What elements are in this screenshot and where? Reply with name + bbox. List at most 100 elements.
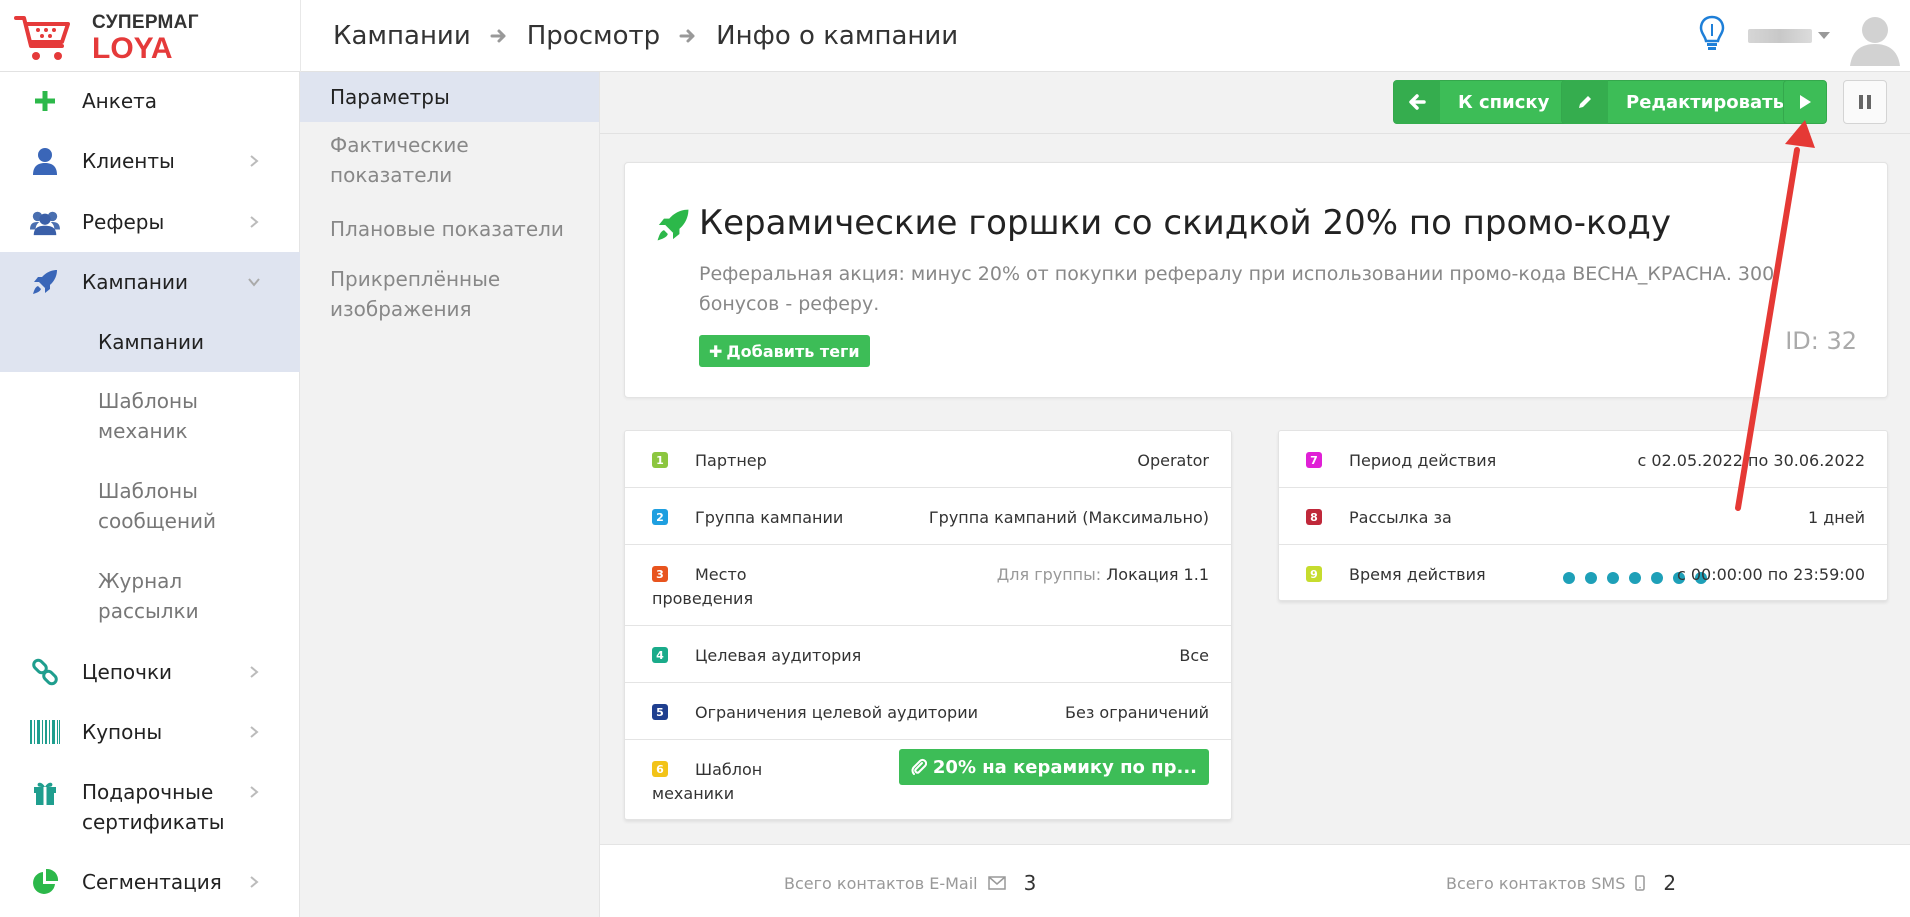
gift-icon: [30, 777, 60, 807]
campaign-header-card: Керамические горшки со скидкой 20% по пр…: [624, 162, 1888, 398]
lightbulb-icon[interactable]: [1698, 14, 1726, 54]
avatar[interactable]: [1848, 10, 1902, 66]
weekday-dot: [1563, 572, 1575, 584]
param-badge: 1: [652, 452, 668, 468]
param-label: Шаблон механики: [652, 760, 763, 803]
breadcrumb-campaign-info: Инфо о кампании: [716, 21, 959, 51]
param-label: Рассылка за: [1349, 508, 1452, 527]
edit-button[interactable]: Редактировать: [1561, 80, 1807, 124]
paperclip-icon: [911, 758, 927, 775]
param-badge: 2: [652, 509, 668, 525]
chevron-right-icon: [250, 726, 259, 738]
top-header: СУПЕРМАГ LOYA Кампании Просмотр Инфо о к…: [0, 0, 1910, 72]
campaign-title: Керамические горшки со скидкой 20% по пр…: [699, 203, 1671, 243]
param-value-prefix: Для группы:: [996, 565, 1102, 584]
weekday-dot: [1651, 572, 1663, 584]
param-value: 1 дней: [1807, 508, 1865, 527]
param-label: Группа кампании: [695, 508, 844, 527]
contacts-summary: Всего контактов E-Mail 3 Всего контактов…: [600, 844, 1910, 917]
chevron-right-icon: [250, 216, 259, 228]
arrow-right-icon: [679, 29, 695, 43]
arrow-left-icon: [1394, 80, 1440, 124]
chevron-right-icon: [250, 666, 259, 678]
param-row-campaign-group: 2 Группа кампании Группа кампаний (Макси…: [625, 488, 1231, 545]
sidebar-item-campaigns[interactable]: Кампании: [0, 252, 300, 312]
add-tags-label: Добавить теги: [726, 341, 860, 361]
param-badge: 4: [652, 647, 668, 663]
rocket-icon: [657, 209, 689, 241]
sidebar-item-coupons[interactable]: Купоны: [0, 702, 300, 762]
pause-campaign-button[interactable]: [1843, 80, 1887, 124]
breadcrumb-view[interactable]: Просмотр: [527, 21, 660, 51]
param-row-period: 7 Период действия с 02.05.2022 по 30.06.…: [1279, 431, 1887, 488]
breadcrumb: Кампании Просмотр Инфо о кампании: [333, 18, 958, 54]
param-value: Все: [1179, 646, 1209, 665]
sms-contacts: Всего контактов SMS 2: [1446, 871, 1676, 895]
plus-icon: ✚: [709, 341, 723, 361]
sidebar-item-segmentation[interactable]: Сегментация: [0, 852, 300, 912]
sidebar-item-referrers[interactable]: Реферы: [0, 192, 300, 252]
user-icon: [30, 146, 60, 176]
sidebar-item-chains[interactable]: Цепочки: [0, 642, 300, 702]
sidebar-item-gift-certificates[interactable]: Подарочные сертификаты: [0, 762, 300, 852]
main-sidebar: Анкета Клиенты Реферы Кампании Кампании …: [0, 72, 300, 917]
param-badge: 9: [1306, 566, 1322, 582]
pencil-icon: [1562, 80, 1608, 124]
back-to-list-button[interactable]: К списку: [1393, 80, 1573, 124]
param-row-mechanic-template: 6 Шаблон механики 20% на керамику по пр.…: [625, 740, 1231, 821]
mobile-phone-icon: [1635, 875, 1646, 891]
param-row-mailing: 8 Рассылка за 1 дней: [1279, 488, 1887, 545]
sidebar-subitem-mailing-log[interactable]: Журнал рассылки: [0, 552, 300, 642]
logo-text-top: СУПЕРМАГ: [92, 12, 199, 33]
sidebar-item-label: Подарочные сертификаты: [82, 780, 225, 834]
campaign-id: ID: 32: [1785, 327, 1857, 355]
rocket-icon: [30, 267, 60, 297]
subnav-parameters[interactable]: Параметры: [300, 72, 599, 122]
sidebar-item-label: Купоны: [82, 720, 163, 744]
breadcrumb-campaigns[interactable]: Кампании: [333, 21, 471, 51]
mechanic-template-label: 20% на керамику по пр...: [932, 756, 1197, 778]
sidebar-item-survey[interactable]: Анкета: [0, 72, 300, 130]
chevron-down-icon: [248, 278, 260, 287]
weekday-dot: [1607, 572, 1619, 584]
mechanic-template-link-button[interactable]: 20% на керамику по пр...: [898, 749, 1209, 785]
action-toolbar: К списку Редактировать: [600, 72, 1910, 134]
param-badge: 7: [1306, 452, 1322, 468]
add-tags-button[interactable]: ✚ Добавить теги: [699, 335, 870, 367]
subnav-actual-indicators[interactable]: Фактические показатели: [300, 130, 560, 194]
param-label: Место проведения: [652, 565, 754, 608]
subnav-attached-images[interactable]: Прикреплённые изображения: [300, 264, 540, 328]
app-logo[interactable]: СУПЕРМАГ LOYA: [14, 8, 214, 65]
param-label: Ограничения целевой аудитории: [695, 703, 978, 722]
sidebar-subitem-message-templates[interactable]: Шаблоны сообщений: [0, 462, 300, 552]
subnav-planned-indicators[interactable]: Плановые показатели: [300, 214, 599, 248]
users-icon: [30, 207, 60, 237]
sidebar-subitem-campaigns[interactable]: Кампании: [0, 312, 300, 372]
email-contacts-label: Всего контактов E-Mail: [784, 873, 978, 893]
user-name-blurred[interactable]: [1748, 29, 1812, 43]
param-label: Целевая аудитория: [695, 646, 862, 665]
sms-contacts-label: Всего контактов SMS: [1446, 873, 1626, 893]
caret-down-icon[interactable]: [1818, 32, 1830, 39]
sidebar-item-label: Клиенты: [82, 149, 175, 173]
sidebar-subitem-mechanic-templates[interactable]: Шаблоны механик: [0, 372, 300, 462]
param-row-location: 3 Место проведения Для группы: Локация 1…: [625, 545, 1231, 626]
start-campaign-button[interactable]: [1783, 80, 1827, 124]
plus-icon: [30, 86, 60, 116]
sidebar-item-label: Цепочки: [82, 660, 173, 684]
chevron-right-icon: [250, 155, 259, 167]
weekday-dot: [1585, 572, 1597, 584]
envelope-icon: [987, 876, 1006, 890]
sidebar-item-label: Реферы: [82, 210, 165, 234]
cart-logo-icon: [14, 16, 70, 60]
sidebar-item-label: Анкета: [82, 89, 158, 113]
sms-contacts-count: 2: [1663, 871, 1677, 895]
chain-icon: [30, 657, 60, 687]
param-value-text: Локация 1.1: [1106, 565, 1209, 584]
chevron-right-icon: [250, 786, 259, 798]
arrow-right-icon: [490, 29, 506, 43]
edit-label: Редактировать: [1626, 91, 1784, 113]
sidebar-item-clients[interactable]: Клиенты: [0, 130, 300, 192]
param-row-partner: 1 Партнер Operator: [625, 431, 1231, 488]
pie-chart-icon: [30, 867, 60, 897]
